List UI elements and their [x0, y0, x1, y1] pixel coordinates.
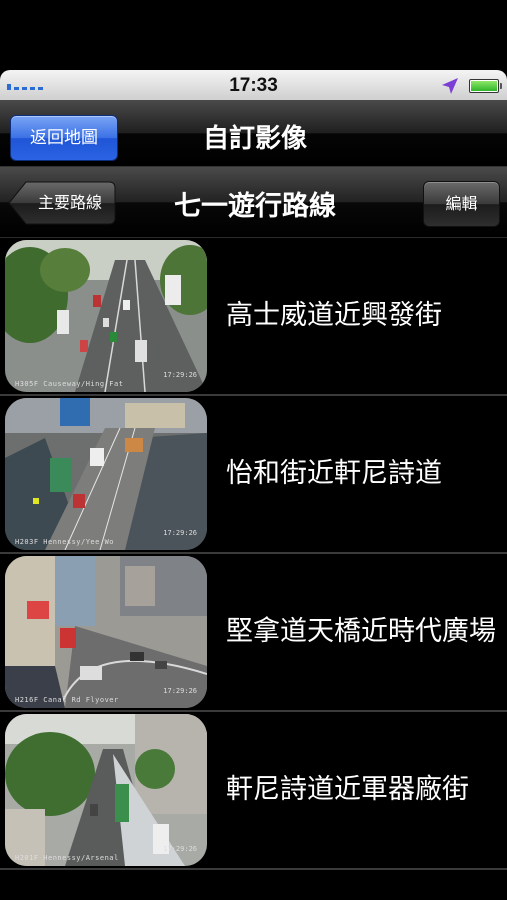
- camera-caption: H201F Hennessy/Arsenal: [15, 854, 119, 862]
- status-time: 17:33: [229, 75, 278, 96]
- traffic-camera-image: [5, 398, 207, 550]
- camera-location-label: 軒尼詩道近軍器廠街: [226, 774, 469, 805]
- screen-top-bezel: [0, 0, 507, 70]
- traffic-camera-image: [5, 240, 207, 392]
- camera-timestamp: 17:29:26: [163, 687, 197, 695]
- traffic-camera-image: [5, 556, 207, 708]
- camera-caption: H216F Canal Rd Flyover: [15, 696, 119, 704]
- camera-location-label: 高士威道近興發街: [226, 300, 442, 331]
- camera-timestamp: 17:29:26: [163, 845, 197, 853]
- route-title: 七一遊行路線: [174, 191, 336, 222]
- location-arrow-icon: [442, 78, 458, 94]
- route-toolbar: 主要路線 七一遊行路線 編輯: [0, 167, 507, 238]
- camera-thumbnail[interactable]: H203F Hennessy/Yee Wo 17:29:26: [5, 398, 207, 550]
- camera-timestamp: 17:29:26: [163, 529, 197, 537]
- main-routes-label: 主要路線: [37, 193, 102, 212]
- camera-caption: H305F Causeway/Hing Fat: [15, 380, 124, 388]
- camera-timestamp: 17:29:26: [163, 371, 197, 379]
- camera-list: H305F Causeway/Hing Fat 17:29:26 高士威道近興發…: [0, 238, 507, 870]
- camera-caption: H203F Hennessy/Yee Wo: [15, 538, 115, 546]
- status-bar: 17:33: [0, 70, 507, 100]
- back-to-map-button[interactable]: 返回地圖: [10, 115, 118, 161]
- camera-location-label: 堅拿道天橋近時代廣場: [226, 616, 496, 647]
- navigation-bar: 返回地圖 自訂影像: [0, 100, 507, 167]
- camera-row[interactable]: H201F Hennessy/Arsenal 17:29:26 軒尼詩道近軍器廠…: [0, 712, 507, 870]
- main-routes-back-button[interactable]: 主要路線: [8, 181, 116, 225]
- battery-icon: [469, 79, 502, 93]
- camera-thumbnail[interactable]: H305F Causeway/Hing Fat 17:29:26: [5, 240, 207, 392]
- page-title: 自訂影像: [202, 124, 307, 154]
- camera-thumbnail[interactable]: H201F Hennessy/Arsenal 17:29:26: [5, 714, 207, 866]
- camera-location-label: 怡和街近軒尼詩道: [226, 458, 442, 489]
- camera-row[interactable]: H216F Canal Rd Flyover 17:29:26 堅拿道天橋近時代…: [0, 554, 507, 712]
- traffic-camera-image: [5, 714, 207, 866]
- camera-thumbnail[interactable]: H216F Canal Rd Flyover 17:29:26: [5, 556, 207, 708]
- edit-button[interactable]: 編輯: [423, 181, 500, 227]
- camera-row[interactable]: H203F Hennessy/Yee Wo 17:29:26 怡和街近軒尼詩道: [0, 396, 507, 554]
- camera-row[interactable]: H305F Causeway/Hing Fat 17:29:26 高士威道近興發…: [0, 238, 507, 396]
- battery-fill: [471, 81, 497, 91]
